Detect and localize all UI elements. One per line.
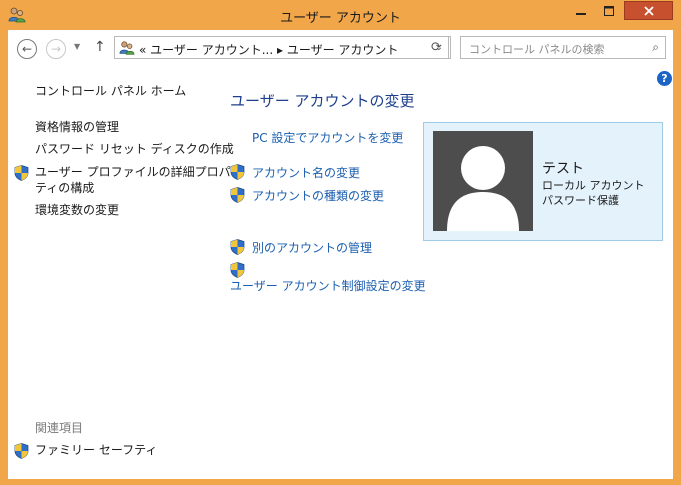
profile-link-line2: ティの構成 [35, 181, 95, 195]
account-type: ローカル アカウント [542, 179, 645, 192]
account-name: テスト [542, 161, 584, 177]
uac-shield-icon [230, 187, 245, 203]
account-password-status: パスワード保護 [542, 194, 619, 207]
search-placeholder: コントロール パネルの検索 [469, 43, 605, 56]
refresh-button[interactable]: ⟳ [425, 36, 449, 59]
up-button[interactable]: ↑ [94, 39, 106, 55]
close-button[interactable] [624, 1, 673, 20]
minimize-icon [576, 12, 586, 15]
create-reset-disk-link[interactable]: パスワード リセット ディスクの作成 [35, 141, 234, 157]
up-arrow-icon: ↑ [94, 39, 106, 55]
page-title: ユーザー アカウントの変更 [230, 92, 415, 110]
uac-shield-icon [14, 165, 29, 181]
title-bar[interactable]: ユーザー アカウント [0, 0, 681, 30]
family-safety-link[interactable]: ファミリー セーフティ [35, 442, 157, 458]
pc-settings-link[interactable]: PC 設定でアカウントを変更 [252, 129, 403, 146]
user-accounts-icon [119, 41, 135, 55]
maximize-button[interactable] [595, 1, 622, 20]
chevron-down-icon: ▼ [74, 42, 81, 51]
account-card: テスト ローカル アカウント パスワード保護 [423, 122, 663, 241]
manage-credentials-link[interactable]: 資格情報の管理 [35, 119, 119, 135]
back-arrow-icon: ← [21, 42, 33, 56]
minimize-button[interactable] [567, 1, 595, 20]
uac-shield-icon [230, 262, 245, 278]
help-icon[interactable]: ? [657, 71, 672, 86]
change-account-name-link[interactable]: アカウント名の変更 [252, 164, 360, 181]
uac-settings-link[interactable]: ユーザー アカウント制御設定の変更 [230, 277, 426, 294]
uac-shield-icon [230, 164, 245, 180]
refresh-icon: ⟳ [431, 40, 442, 55]
close-icon [643, 5, 654, 16]
user-profile-properties-link[interactable]: ユーザー プロファイルの詳細プロパ ティの構成 [35, 164, 231, 196]
recent-locations-button[interactable]: ▼ [74, 42, 80, 51]
search-icon[interactable]: ⌕ [652, 40, 659, 55]
profile-link-line1: ユーザー プロファイルの詳細プロパ [35, 165, 231, 179]
back-button[interactable]: ← [17, 39, 37, 59]
user-silhouette-icon [447, 146, 519, 231]
manage-other-account-link[interactable]: 別のアカウントの管理 [252, 239, 372, 256]
maximize-icon [603, 5, 614, 16]
window: ユーザー アカウント ← → ▼ ↑ « ユーザー アカウント... ▸ ユーザ… [0, 0, 681, 485]
control-panel-home-link[interactable]: コントロール パネル ホーム [35, 83, 186, 99]
family-safety-icon [14, 443, 29, 459]
uac-shield-icon [230, 239, 245, 255]
avatar [433, 131, 533, 231]
search-input[interactable]: コントロール パネルの検索 ⌕ [460, 36, 666, 59]
content-pane: ? コントロール パネル ホーム 資格情報の管理 パスワード リセット ディスク… [8, 66, 673, 479]
related-heading: 関連項目 [35, 421, 84, 435]
breadcrumb[interactable]: « ユーザー アカウント... ▸ ユーザー アカウント [139, 41, 398, 58]
navigation-bar: ← → ▼ ↑ « ユーザー アカウント... ▸ ユーザー アカウント ⌄ ⟳… [8, 30, 673, 66]
forward-arrow-icon: → [50, 42, 62, 56]
change-account-type-link[interactable]: アカウントの種類の変更 [252, 187, 384, 204]
forward-button[interactable]: → [46, 39, 66, 59]
environment-variables-link[interactable]: 環境変数の変更 [35, 202, 119, 218]
address-field[interactable]: « ユーザー アカウント... ▸ ユーザー アカウント ⌄ [114, 36, 451, 59]
